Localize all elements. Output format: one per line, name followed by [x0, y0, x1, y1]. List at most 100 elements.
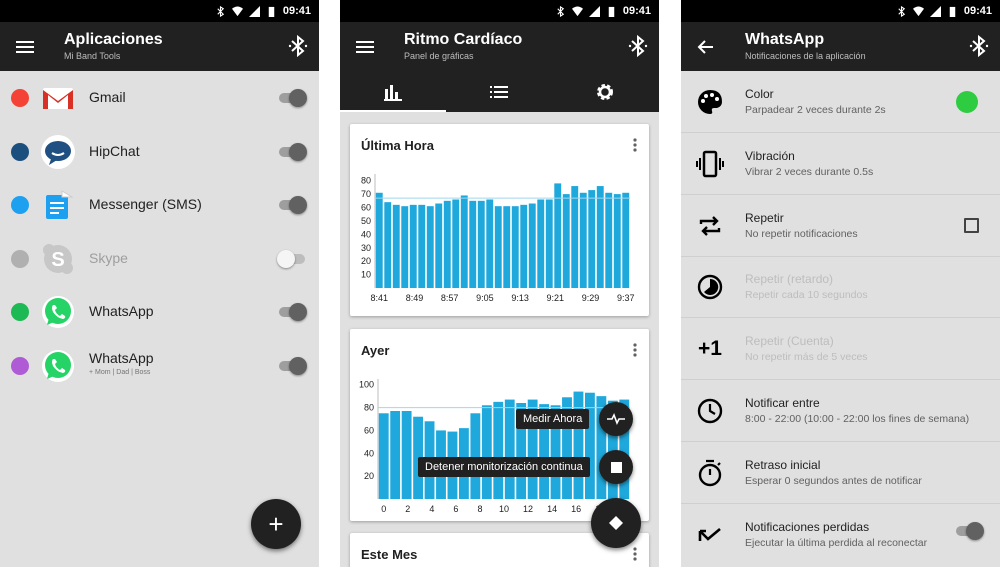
app-toggle[interactable] — [277, 302, 307, 322]
tab-settings[interactable] — [552, 71, 658, 112]
setting-row[interactable]: Notificar entre 8:00 - 22:00 (10:00 - 22:… — [681, 380, 1000, 442]
toggle-thumb — [289, 142, 307, 161]
tab-charts[interactable] — [340, 71, 446, 112]
page-title: WhatsApp — [745, 31, 825, 48]
setting-row[interactable]: Color Parpadear 2 veces durante 2s — [681, 71, 1000, 133]
x-tick-label: 4 — [429, 504, 434, 514]
bar — [409, 204, 417, 288]
bar — [401, 206, 409, 288]
bar — [579, 192, 587, 288]
setting-title: Notificaciones perdidas — [745, 519, 870, 534]
repeat-icon — [695, 211, 725, 241]
whatsapp-icon — [40, 348, 76, 384]
plus-one-icon: +1 — [695, 334, 725, 364]
x-tick-label: 8:57 — [441, 293, 459, 303]
stop-monitoring-button[interactable] — [599, 450, 633, 484]
bar — [486, 199, 494, 288]
x-tick-label: 9:37 — [617, 293, 635, 303]
app-color-dot[interactable] — [11, 89, 29, 107]
setting-summary: Ejecutar la última perdida al reconectar — [745, 536, 928, 549]
plus-one-glyph: +1 — [698, 337, 722, 361]
app-toggle[interactable] — [277, 142, 307, 162]
setting-row[interactable]: Retraso inicial Esperar 0 segundos antes … — [681, 442, 1000, 504]
setting-title: Vibración — [745, 148, 795, 163]
app-row[interactable]: Messenger (SMS) — [0, 178, 319, 231]
repeat-checkbox[interactable] — [964, 217, 979, 233]
bar — [511, 206, 519, 288]
diamond-icon — [609, 516, 623, 530]
toggle-thumb — [289, 196, 307, 215]
bluetooth-icon[interactable] — [627, 34, 649, 58]
y-tick-label: 50 — [361, 216, 371, 226]
app-color-dot[interactable] — [11, 303, 29, 322]
app-color-dot[interactable] — [11, 357, 29, 375]
wifi-icon — [912, 5, 924, 16]
app-row[interactable]: WhatsApp + Mom | Dad | Boss — [0, 339, 319, 392]
bar — [378, 413, 389, 499]
measure-now-button[interactable] — [599, 402, 633, 436]
page-subtitle: Mi Band Tools — [64, 51, 121, 61]
bar — [622, 192, 630, 288]
more-vert-icon[interactable] — [633, 547, 637, 561]
battery-icon — [268, 6, 275, 17]
status-time: 09:41 — [622, 5, 651, 17]
add-app-button[interactable]: + — [251, 499, 301, 549]
x-tick-label: 9:13 — [511, 293, 529, 303]
app-color-dot[interactable] — [11, 142, 29, 161]
status-bar: 09:41 — [340, 0, 659, 22]
app-color-dot[interactable] — [11, 249, 29, 268]
bar — [443, 200, 451, 288]
missed-notifications-toggle[interactable] — [954, 521, 984, 541]
main-action-button[interactable] — [591, 498, 641, 548]
app-toggle[interactable] — [277, 356, 307, 376]
x-tick-label: 9:21 — [547, 293, 565, 303]
setting-title: Retraso inicial — [745, 457, 821, 472]
setting-row[interactable]: Repetir No repetir notificaciones — [681, 195, 1000, 257]
bluetooth-icon[interactable] — [287, 34, 309, 58]
bluetooth-icon[interactable] — [968, 34, 990, 58]
bar — [460, 195, 468, 288]
app-contacts: + Mom | Dad | Boss — [89, 369, 151, 376]
app-row[interactable]: Gmail — [0, 71, 319, 124]
y-tick-label: 100 — [359, 380, 374, 390]
measure-now-label[interactable]: Medir Ahora — [516, 409, 590, 429]
bar — [493, 401, 504, 499]
signal-icon — [929, 5, 941, 17]
setting-row[interactable]: Notificaciones perdidas Ejecutar la últim… — [681, 504, 1000, 566]
app-toggle[interactable] — [277, 88, 307, 108]
app-toggle[interactable] — [277, 195, 307, 215]
x-tick-label: 0 — [381, 504, 386, 514]
toggle-thumb — [289, 89, 307, 107]
y-tick-label: 20 — [364, 471, 374, 481]
setting-title: Repetir (Cuenta) — [745, 334, 834, 349]
bar — [596, 186, 604, 288]
wifi-icon — [231, 5, 243, 16]
setting-row[interactable]: Vibración Vibrar 2 veces durante 0.5s — [681, 133, 1000, 195]
app-bar: Ritmo Cardíaco Panel de gráficas — [340, 22, 659, 71]
menu-icon[interactable] — [14, 36, 36, 58]
y-tick-label: 30 — [361, 243, 371, 253]
app-name: Gmail — [89, 89, 126, 105]
menu-icon[interactable] — [354, 36, 376, 58]
signal-icon — [588, 5, 600, 17]
app-toggle[interactable] — [277, 249, 307, 269]
setting-title: Repetir (retardo) — [745, 272, 834, 287]
y-tick-label: 40 — [361, 229, 371, 239]
tab-indicator — [340, 110, 446, 112]
back-arrow-icon[interactable] — [695, 36, 717, 58]
skype-icon: S — [40, 241, 76, 277]
app-row[interactable]: WhatsApp — [0, 285, 319, 338]
page-subtitle: Notificaciones de la aplicación — [745, 51, 866, 61]
bar — [435, 203, 443, 288]
x-tick-label: 8 — [477, 504, 482, 514]
stop-monitoring-label[interactable]: Detener monitorización continua — [418, 457, 590, 477]
app-row[interactable]: HipChat — [0, 125, 319, 178]
app-name: WhatsApp — [89, 303, 154, 320]
app-row[interactable]: S Skype — [0, 232, 319, 285]
color-swatch[interactable] — [956, 91, 978, 113]
tab-list[interactable] — [446, 71, 552, 112]
x-tick-label: 2 — [405, 504, 410, 514]
setting-row: Repetir (retardo) Repetir cada 10 segundo… — [681, 256, 1000, 319]
bluetooth-status-icon — [217, 5, 224, 17]
app-color-dot[interactable] — [11, 196, 29, 215]
